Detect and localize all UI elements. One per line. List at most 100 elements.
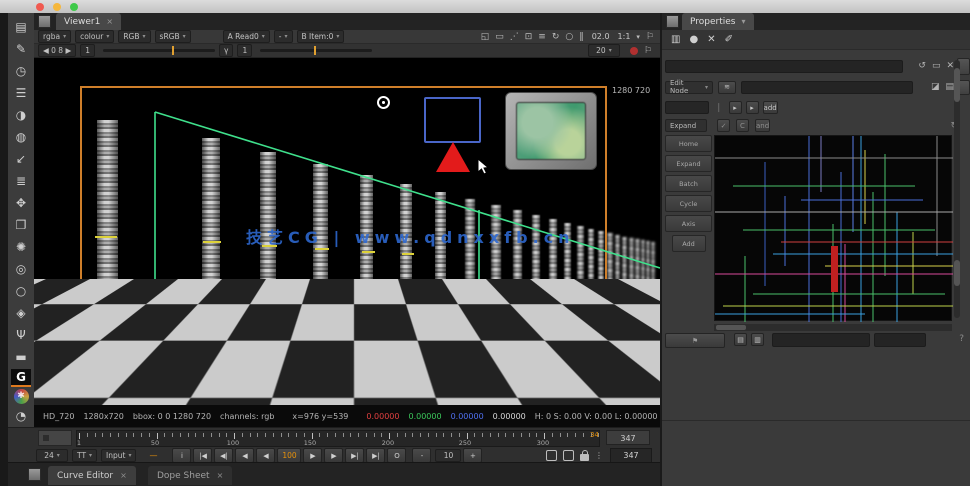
tab-dope-sheet[interactable]: Dope Sheet × xyxy=(148,466,233,485)
wipe-icon[interactable]: ▭ xyxy=(495,32,504,42)
input-b-dropdown[interactable]: B Item:0 xyxy=(296,30,345,43)
footer-field-2[interactable] xyxy=(874,333,926,347)
next-keyframe-button[interactable]: ▶| xyxy=(345,448,365,463)
tab-properties[interactable]: Properties ▾ xyxy=(682,13,754,30)
3d-icon[interactable]: ❐ xyxy=(11,215,31,235)
curve-item-axis[interactable]: Axis xyxy=(665,215,712,232)
fps-dropdown[interactable]: 24 xyxy=(36,449,68,462)
channels-button[interactable]: ≋ xyxy=(718,80,736,94)
clock-icon[interactable]: ◔ xyxy=(11,406,31,426)
close-panel-icon[interactable]: ✕ xyxy=(946,61,954,71)
edit-node-dropdown[interactable]: Edit Node xyxy=(665,79,713,95)
gain-value[interactable]: 1 xyxy=(80,44,96,57)
toolsets-icon[interactable]: Ψ xyxy=(11,325,31,345)
curve-item-master[interactable]: Home xyxy=(665,135,712,152)
zoom-window-button[interactable] xyxy=(70,3,78,11)
prev-frame-button[interactable]: ◀ xyxy=(256,448,276,463)
deep-icon[interactable]: ◎ xyxy=(11,259,31,279)
decrement-button[interactable]: - xyxy=(412,448,432,463)
current-frame-field[interactable]: 100 xyxy=(277,448,302,463)
viewer-canvas[interactable]: 1280 720 HD_720 技艺CG | www.qdnxxfb.cn xyxy=(34,58,660,405)
prev-keyframe-button[interactable]: ◀| xyxy=(214,448,234,463)
zoom-ratio-dropdown[interactable]: 1:1 xyxy=(618,32,631,41)
display-dropdown[interactable]: colour xyxy=(75,30,115,43)
clear-panels-icon[interactable]: ✕ xyxy=(707,34,715,45)
other-icon[interactable]: ▬ xyxy=(11,347,31,367)
frame-ruler[interactable]: 150100150200250300340 xyxy=(76,430,600,447)
range-toggle2-icon[interactable] xyxy=(563,450,574,461)
ofx-icon[interactable]: ✱ xyxy=(13,389,29,404)
goto-end-button[interactable]: ▶| xyxy=(366,448,386,463)
metadata-icon[interactable]: ◈ xyxy=(11,303,31,323)
graph-canvas[interactable] xyxy=(714,135,953,322)
play-forward-button[interactable]: ▶ xyxy=(303,448,323,463)
input-a-dropdown[interactable]: A Read0 xyxy=(222,30,270,43)
range-toggle-icon[interactable] xyxy=(546,450,557,461)
draw-icon[interactable]: ✎ xyxy=(11,39,31,59)
tab-close-icon[interactable]: × xyxy=(106,17,113,26)
snapshot-icon[interactable]: ⚐ xyxy=(644,46,652,56)
filter-b-button[interactable]: ▸ xyxy=(745,101,759,114)
footer-grid-icon[interactable]: ▤ xyxy=(734,333,747,346)
tab-close-icon[interactable]: × xyxy=(120,471,127,480)
channel-icon[interactable]: ☰ xyxy=(11,83,31,103)
wipe-dropdown[interactable]: - xyxy=(273,30,293,43)
particles-icon[interactable]: ✺ xyxy=(11,237,31,257)
image-icon[interactable]: ▤ xyxy=(11,17,31,37)
curve-item-add[interactable]: Add xyxy=(671,235,706,252)
chevron-down-icon[interactable]: ▾ xyxy=(636,33,640,41)
filter-a-button[interactable]: ▸ xyxy=(728,101,742,114)
vertical-scrollbar[interactable] xyxy=(954,60,960,318)
texture-card[interactable] xyxy=(424,97,481,143)
filter-add-button[interactable]: add xyxy=(762,101,778,114)
option-well-2[interactable]: C xyxy=(736,119,749,132)
range-end-field[interactable]: 347 xyxy=(606,430,650,445)
minimize-window-button[interactable] xyxy=(53,3,61,11)
revert-icon[interactable]: ↺ xyxy=(918,61,926,71)
play-backward-button[interactable]: ◀ xyxy=(235,448,255,463)
scanline-icon[interactable]: ≡ xyxy=(538,32,546,42)
viewer-process-dropdown[interactable]: sRGB xyxy=(154,30,191,43)
curve-item-cycle[interactable]: Cycle xyxy=(665,195,712,212)
value-field[interactable] xyxy=(741,80,913,94)
filter-icon[interactable]: ◍ xyxy=(11,127,31,147)
timeline-marker-box[interactable] xyxy=(38,430,72,446)
close-window-button[interactable] xyxy=(36,3,44,11)
transform-icon[interactable]: ✥ xyxy=(11,193,31,213)
node-name-field[interactable] xyxy=(665,59,903,73)
flag-dropdown[interactable]: TT xyxy=(72,449,98,462)
gamma-slider[interactable] xyxy=(260,46,373,55)
g-icon[interactable]: G xyxy=(11,369,31,387)
footer-field-1[interactable] xyxy=(772,333,870,347)
pane-menu-button-right[interactable] xyxy=(666,15,679,28)
tab-curve-editor[interactable]: Curve Editor × xyxy=(48,466,136,485)
help-icon[interactable]: ? xyxy=(959,334,964,344)
node-color-icon[interactable]: ● xyxy=(689,34,698,45)
input-dropdown[interactable]: Input xyxy=(101,449,137,462)
footer-flag-button[interactable]: ⚑ xyxy=(665,333,725,348)
viewer-settings-icon[interactable]: ⚐ xyxy=(646,32,654,42)
frame-format-icon[interactable]: ◱ xyxy=(481,32,490,42)
option-well-3[interactable]: and xyxy=(755,119,771,132)
dotted-range-icon[interactable]: ⋮ xyxy=(595,451,604,460)
keyer-icon[interactable]: ↙ xyxy=(11,149,31,169)
refresh-icon[interactable]: ↻ xyxy=(552,32,560,42)
time-icon[interactable]: ◷ xyxy=(11,61,31,81)
gain-slider[interactable] xyxy=(103,46,216,55)
monitor-card[interactable] xyxy=(505,92,597,170)
horizontal-scrollbar[interactable] xyxy=(714,324,952,331)
monitor-out-icon[interactable]: ⊡ xyxy=(525,32,533,42)
pause-icon[interactable]: ‖ xyxy=(579,32,584,42)
layer-dropdown[interactable]: rgba xyxy=(38,30,72,43)
frame-total-field[interactable]: 347 xyxy=(610,448,652,463)
channels-dropdown[interactable]: RGB xyxy=(118,30,151,43)
footer-list-icon[interactable]: ▥ xyxy=(751,333,764,346)
curve-item-expand[interactable]: Expand xyxy=(665,155,712,172)
checker-icon[interactable]: ⋰ xyxy=(510,32,519,42)
pane-menu-button-bottom[interactable] xyxy=(28,468,41,481)
loop-button[interactable]: O xyxy=(387,448,407,463)
panel-layout-icon[interactable]: ▥ xyxy=(671,34,680,45)
color-icon[interactable]: ◑ xyxy=(11,105,31,125)
goto-start-button[interactable]: |◀ xyxy=(193,448,213,463)
filter-field[interactable] xyxy=(665,101,709,114)
